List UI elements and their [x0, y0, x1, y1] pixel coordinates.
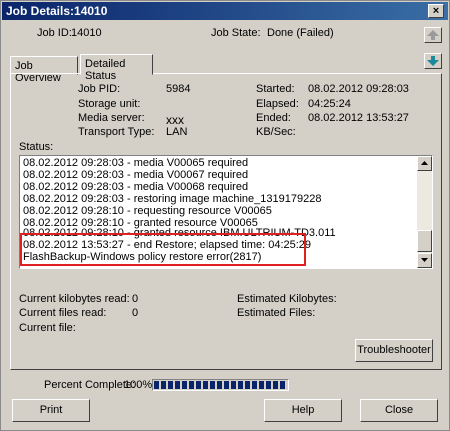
transport-type-value: LAN	[166, 126, 188, 138]
status-log-scrollbar[interactable]	[417, 156, 432, 268]
status-label: Status:	[19, 141, 54, 153]
started-label: Started:	[256, 83, 295, 95]
up-arrow-icon	[427, 30, 439, 40]
current-files-read-label: Current files read:	[19, 307, 107, 319]
scroll-down-button[interactable]	[417, 253, 432, 268]
close-icon[interactable]: ×	[428, 4, 444, 18]
log-line: 08.02.2012 09:28:03 - media V00068 requi…	[23, 181, 249, 193]
job-pid-label: Job PID:	[78, 83, 121, 95]
current-files-read-value: 0	[132, 307, 139, 319]
job-state-label: Job State:	[211, 27, 261, 39]
next-job-button[interactable]	[424, 53, 442, 69]
job-state-value: Done (Failed)	[267, 27, 334, 39]
scroll-thumb[interactable]	[417, 230, 432, 252]
kbsec-label: KB/Sec:	[256, 126, 296, 138]
tab-detailed-status[interactable]: Detailed Status	[80, 54, 153, 82]
log-line: 08.02.2012 09:28:03 - media V00065 requi…	[23, 157, 249, 169]
current-file-label: Current file:	[19, 322, 76, 334]
current-kb-read-label: Current kilobytes read:	[19, 293, 130, 305]
previous-job-button[interactable]	[424, 27, 442, 43]
started-value: 08.02.2012 09:28:03	[308, 83, 409, 95]
ended-value: 08.02.2012 13:53:27	[308, 112, 409, 124]
percent-complete-value: 100%	[124, 379, 153, 391]
triangle-down-icon	[421, 258, 428, 262]
log-line: 08.02.2012 09:28:10 - requesting resourc…	[23, 205, 272, 217]
media-server-label: Media server:	[78, 112, 145, 124]
ended-label: Ended:	[256, 112, 291, 124]
current-kb-read-value: 0	[132, 293, 139, 305]
progress-bar	[152, 379, 289, 391]
window-title: Job Details:14010	[6, 4, 108, 18]
job-id-label: Job ID:	[37, 27, 72, 39]
job-id-value: 14010	[71, 27, 102, 39]
elapsed-label: Elapsed:	[256, 98, 299, 110]
log-line: 08.02.2012 09:28:03 - restoring image ma…	[23, 193, 322, 205]
down-arrow-icon	[427, 56, 439, 66]
storage-unit-label: Storage unit:	[78, 98, 141, 110]
progress-fill	[154, 381, 287, 389]
close-button[interactable]: Close	[360, 399, 438, 422]
log-line: 08.02.2012 09:28:03 - media V00067 requi…	[23, 169, 249, 181]
print-button[interactable]: Print	[12, 399, 90, 422]
triangle-up-icon	[421, 161, 428, 165]
estimated-files-label: Estimated Files:	[237, 307, 316, 319]
troubleshooter-button[interactable]: Troubleshooter	[355, 339, 433, 362]
error-highlight-box	[20, 233, 306, 266]
help-button[interactable]: Help	[264, 399, 342, 422]
media-server-value: xxx	[166, 113, 184, 127]
job-details-window: Job Details:14010 × Job ID: 14010 Job St…	[0, 0, 450, 431]
percent-complete-label: Percent Complete:	[44, 379, 136, 391]
elapsed-value: 04:25:24	[308, 98, 351, 110]
title-bar[interactable]: Job Details:14010 ×	[2, 2, 448, 20]
job-pid-value: 5984	[166, 83, 191, 95]
estimated-kb-label: Estimated Kilobytes:	[237, 293, 337, 305]
scroll-up-button[interactable]	[417, 156, 432, 171]
transport-type-label: Transport Type:	[78, 126, 155, 138]
